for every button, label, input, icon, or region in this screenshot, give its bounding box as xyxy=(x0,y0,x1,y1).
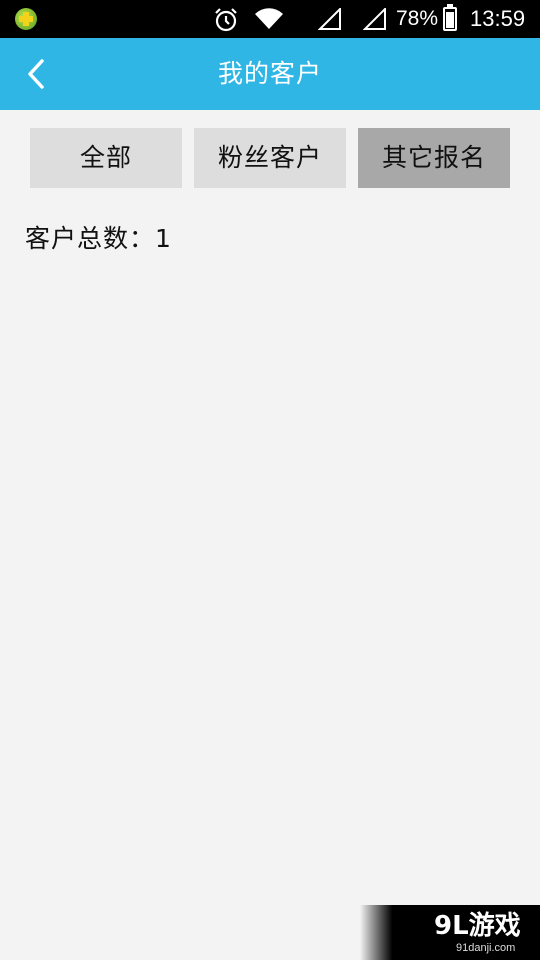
nav-bar: 我的客户 xyxy=(0,38,540,110)
status-time: 13:59 xyxy=(470,6,526,31)
watermark-url: 91danji.com xyxy=(456,942,516,954)
alarm-icon xyxy=(215,8,237,32)
signal-icon xyxy=(318,8,341,30)
customer-total-count: 客户总数：1 xyxy=(25,224,172,253)
tab-all[interactable]: 全部 xyxy=(30,128,182,188)
watermark-logo: 9L游戏 xyxy=(434,911,521,941)
app-plus-icon xyxy=(15,8,37,30)
tab-other-registrations[interactable]: 其它报名 xyxy=(358,128,510,188)
watermark: 9L游戏 91danji.com xyxy=(360,905,540,960)
page-title: 我的客户 xyxy=(217,59,322,88)
tab-fan-customers[interactable]: 粉丝客户 xyxy=(194,128,346,188)
signal-icon xyxy=(363,8,386,30)
battery-percent: 78% xyxy=(396,7,439,30)
battery-icon xyxy=(443,4,457,31)
status-bar: 78% 13:59 xyxy=(0,0,540,38)
wifi-icon xyxy=(255,8,283,29)
filter-tabs: 全部 粉丝客户 其它报名 xyxy=(30,128,510,188)
